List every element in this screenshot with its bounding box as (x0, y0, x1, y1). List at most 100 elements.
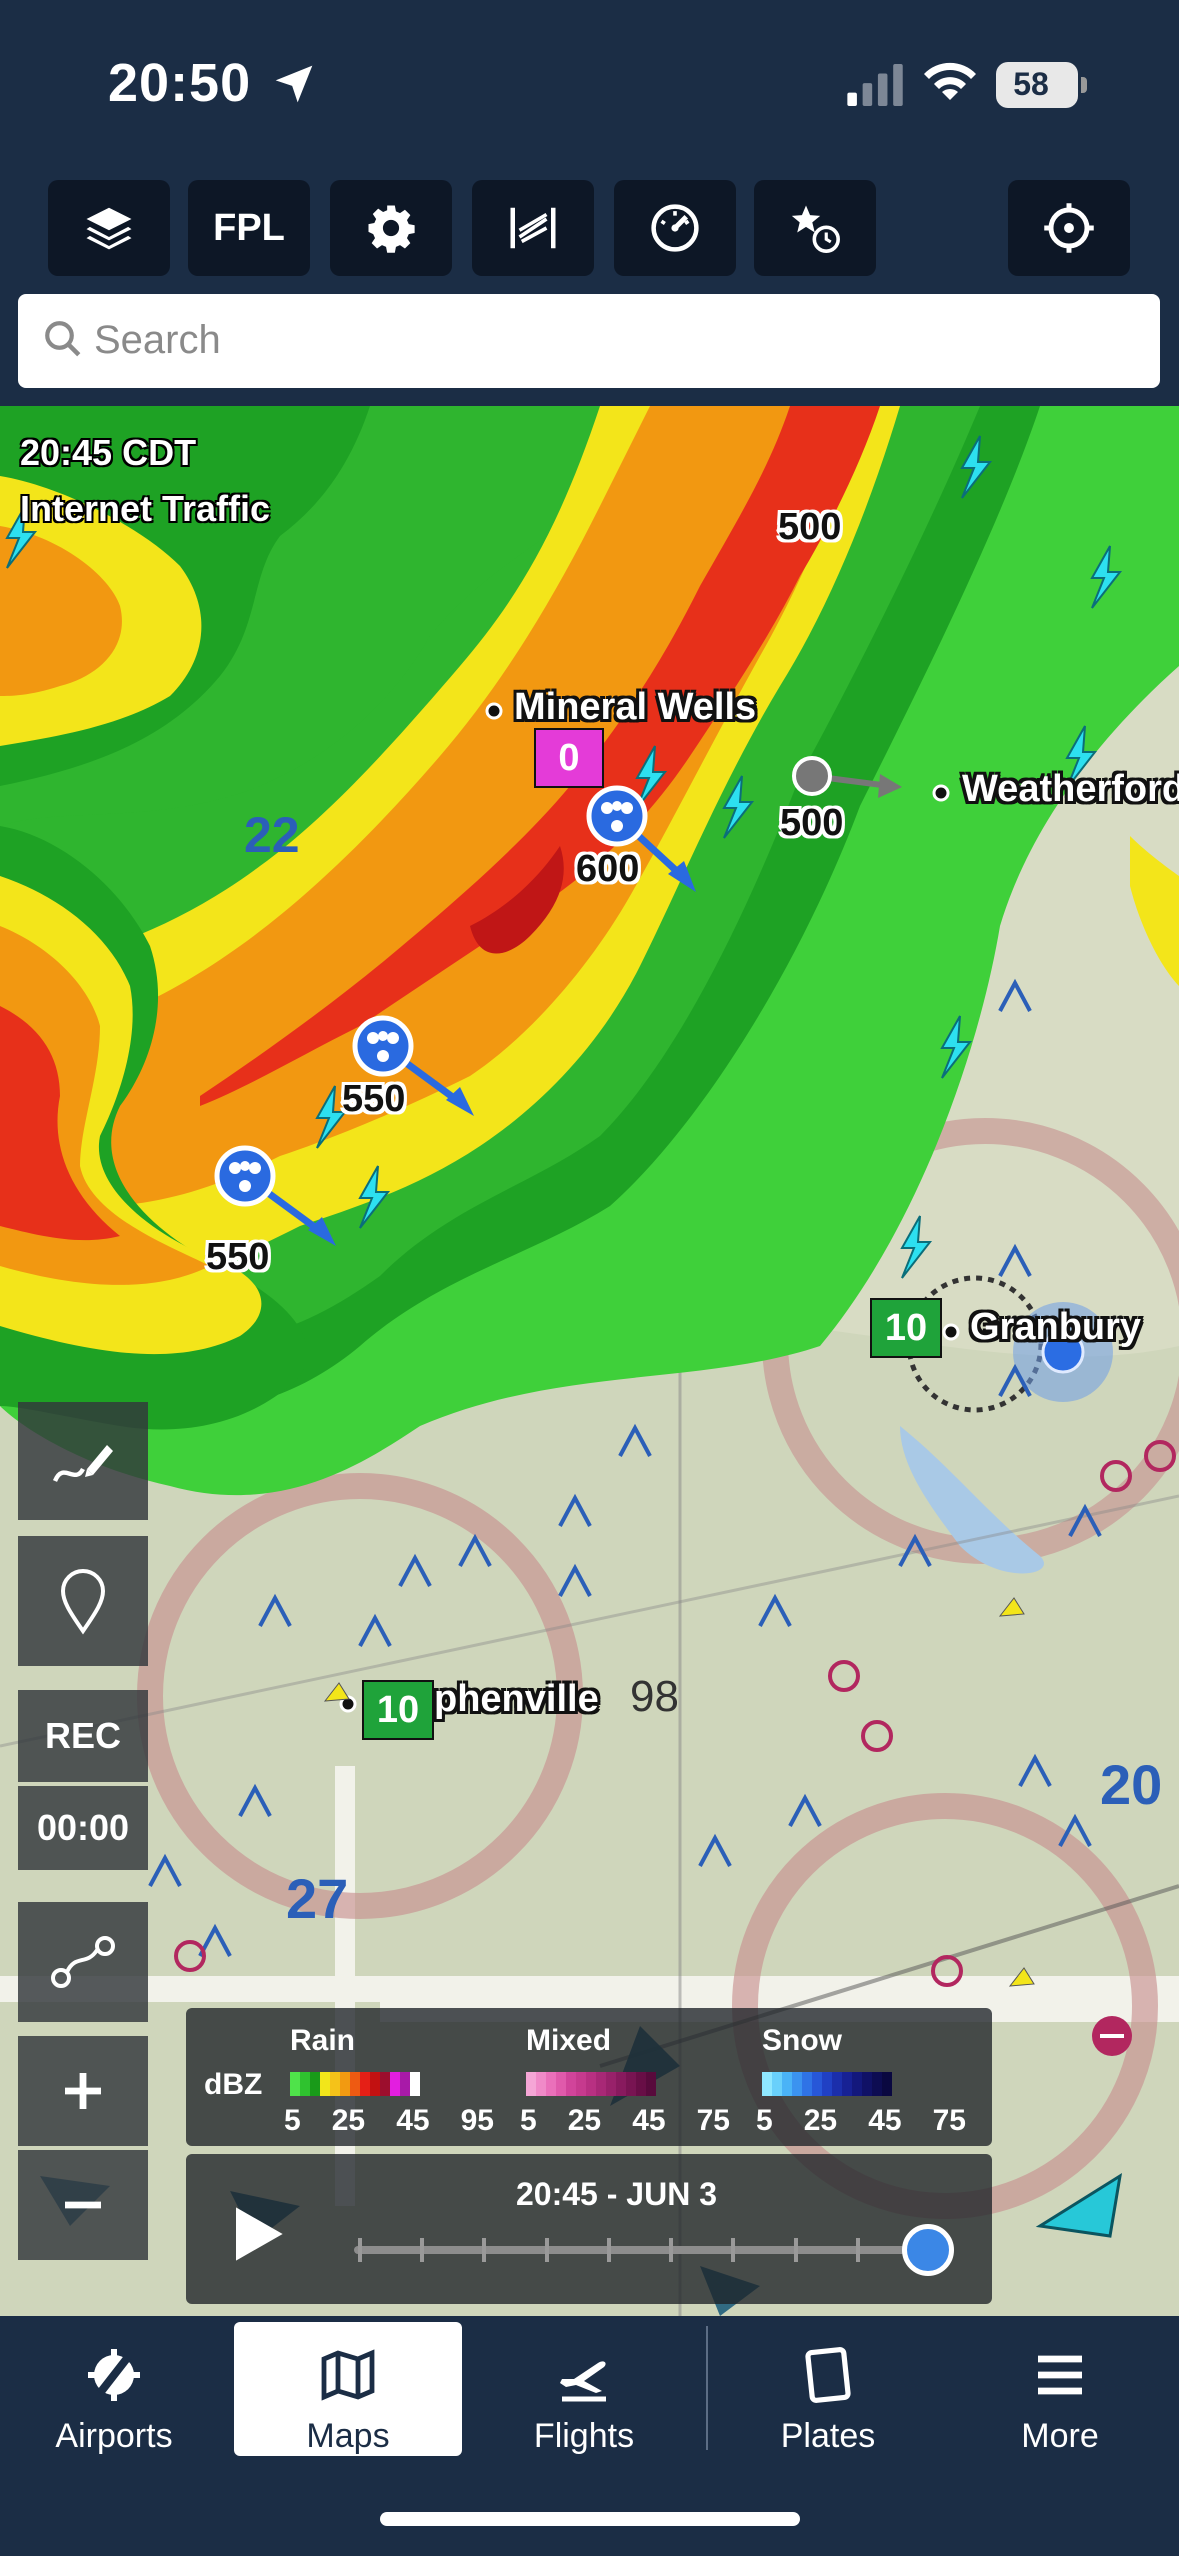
timeline-slider[interactable] (354, 2224, 954, 2276)
gauge-icon (651, 204, 699, 252)
legend-snow-ticks: 5 25 45 75 (756, 2104, 966, 2138)
airspace-floor-22: 22 (244, 807, 300, 863)
tab-maps[interactable]: Maps (234, 2322, 462, 2456)
timeline-tick (482, 2238, 487, 2262)
draw-button[interactable] (18, 1402, 148, 1520)
legend-swatch (772, 2072, 782, 2096)
legend-swatch (882, 2072, 892, 2096)
legend-swatch (546, 2072, 556, 2096)
legend-tick: 5 (756, 2104, 773, 2137)
legend-swatch (636, 2072, 646, 2096)
traffic-box-magenta[interactable]: 0 (534, 728, 604, 788)
battery-icon: 58 (996, 62, 1087, 108)
legend-tick: 45 (632, 2104, 666, 2137)
play-icon[interactable] (216, 2194, 296, 2274)
traffic-box-granbury[interactable]: 10 (870, 1298, 942, 1358)
waypoint-button[interactable] (18, 1536, 148, 1666)
traffic-altitude-top: 500 (778, 506, 842, 548)
instruments-button[interactable] (614, 180, 736, 276)
tab-airports[interactable]: Airports (22, 2322, 206, 2456)
legend-tick: 75 (696, 2104, 730, 2137)
legend-swatch (360, 2072, 370, 2096)
traffic-altitude-550-b: 550 (206, 1236, 270, 1278)
settings-button[interactable] (330, 180, 452, 276)
traffic-altitude-weatherford: 500 (780, 802, 844, 844)
legend-swatch (370, 2072, 380, 2096)
app: 20:50 58 FPL Search 20:45 CDT Internet T… (0, 0, 1179, 2556)
traffic-altitude-550-a: 550 (342, 1078, 406, 1120)
traffic-altitude-600: 600 (576, 848, 640, 890)
timeline-tick (358, 2238, 362, 2262)
record-timer-value: 00:00 (36, 1807, 130, 1848)
layers-icon (86, 207, 132, 250)
tab-label: Plates (780, 2417, 876, 2455)
legend-swatch (626, 2072, 636, 2096)
legend-tick: 25 (331, 2104, 366, 2137)
top-toolbar: FPL (0, 170, 1179, 290)
layers-button[interactable] (48, 180, 170, 276)
legend-tick: 95 (460, 2104, 494, 2137)
legend-tick: 25 (567, 2104, 602, 2137)
legend-swatch (300, 2072, 310, 2096)
star-clock-icon (791, 205, 840, 253)
timeline-tick (544, 2238, 549, 2262)
legend-swatch (842, 2072, 852, 2096)
traffic-box-stephenville[interactable]: 10 (362, 1680, 434, 1740)
legend-swatch (390, 2072, 400, 2096)
fpl-label: FPL (213, 206, 285, 249)
zoom-out-button[interactable] (18, 2150, 148, 2260)
legend-swatch (380, 2072, 390, 2096)
legend-mixed-ticks: 5 25 45 75 (520, 2104, 730, 2138)
map-view[interactable]: 20:45 CDT Internet Traffic Mineral Wells… (0, 406, 1179, 2316)
radar-timeline: 20:45 - JUN 3 (186, 2154, 992, 2304)
record-button[interactable]: REC (18, 1690, 148, 1782)
legend-unit: dBZ (204, 2068, 263, 2101)
timeline-slider-handle[interactable] (902, 2224, 954, 2276)
crosshair-icon (1044, 203, 1094, 253)
search-input[interactable] (94, 310, 1134, 370)
legend-swatch (822, 2072, 832, 2096)
location-arrow-icon (275, 65, 313, 103)
tab-plates[interactable]: Plates (736, 2322, 920, 2456)
legend-swatch (606, 2072, 616, 2096)
menu-icon (1038, 2355, 1082, 2395)
status-bar: 20:50 58 (0, 0, 1179, 170)
tab-flights[interactable]: Flights (490, 2322, 678, 2456)
tab-label: Airports (55, 2417, 173, 2455)
city-mineral-wells: Mineral Wells (514, 686, 757, 728)
legend-swatch (832, 2072, 842, 2096)
zoom-in-button[interactable] (18, 2036, 148, 2146)
record-label: REC (44, 1715, 121, 1756)
favorites-history-button[interactable] (754, 180, 876, 276)
fpl-button[interactable]: FPL (188, 180, 310, 276)
city-weatherford: Weatherford (962, 768, 1179, 810)
timeline-tick (606, 2238, 611, 2262)
legend-swatch (536, 2072, 546, 2096)
legend-rain-bar (290, 2072, 420, 2096)
legend-swatch (872, 2072, 882, 2096)
legend-swatch (330, 2072, 340, 2096)
search-bar[interactable] (18, 294, 1160, 388)
legend-swatch (526, 2072, 536, 2096)
city-stephenville: phenville (434, 1678, 599, 1720)
legend-swatch (596, 2072, 606, 2096)
profile-button[interactable] (472, 180, 594, 276)
city-granbury: Granbury (970, 1306, 1142, 1348)
airplane-icon (560, 2361, 606, 2402)
pen-draw-icon (52, 1445, 113, 1482)
legend-swatch (586, 2072, 596, 2096)
legend-swatch (782, 2072, 792, 2096)
legend-swatch (340, 2072, 350, 2096)
timeline-tick (420, 2238, 425, 2262)
tab-label: Flights (533, 2417, 635, 2455)
legend-tick: 75 (932, 2104, 966, 2137)
airport-icon (88, 2349, 140, 2401)
timeline-time-label: 20:45 - JUN 3 (516, 2176, 717, 2212)
status-time: 20:50 (108, 53, 252, 113)
record-timer: 00:00 (18, 1786, 148, 1870)
center-location-button[interactable] (1008, 180, 1130, 276)
tab-more[interactable]: More (968, 2322, 1152, 2456)
airspace-floor-20: 20 (1100, 1753, 1163, 1816)
route-button[interactable] (18, 1902, 148, 2022)
legend-swatch (862, 2072, 872, 2096)
